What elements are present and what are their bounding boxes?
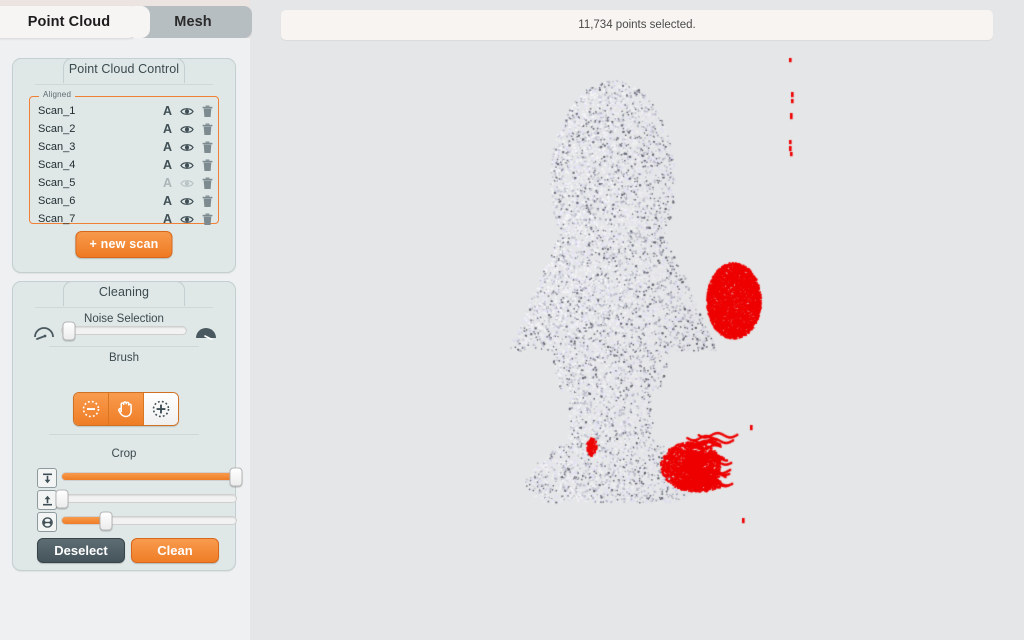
crop-top-icon[interactable] (37, 468, 57, 488)
eye-icon[interactable] (180, 142, 194, 153)
scan-list: Scan_1 A Scan_2 A Scan_3 A Scan_4 A Scan… (30, 102, 218, 228)
point-cloud-canvas-wrap[interactable] (250, 0, 1024, 640)
clean-label: Clean (157, 543, 193, 558)
brush-select-button[interactable] (144, 393, 178, 425)
scan-row[interactable]: Scan_2 A (30, 120, 218, 138)
crop-radial-icon[interactable] (37, 512, 57, 532)
text-a-icon[interactable]: A (163, 177, 172, 190)
crop-bottom-slider-thumb[interactable] (55, 489, 69, 508)
scan-name: Scan_4 (38, 159, 76, 171)
eye-icon[interactable] (180, 196, 194, 207)
crop-label: Crop (111, 448, 137, 460)
eye-icon[interactable] (180, 124, 194, 135)
crop-top-slider[interactable] (61, 467, 243, 486)
eye-icon[interactable] (180, 160, 194, 171)
brush-mode-group (73, 392, 179, 426)
text-a-icon[interactable]: A (163, 123, 172, 136)
scan-row[interactable]: Scan_4 A (30, 156, 218, 174)
text-a-icon[interactable]: A (163, 159, 172, 172)
noise-slider-thumb[interactable] (62, 321, 76, 340)
divider (49, 434, 199, 435)
aligned-group: Aligned Scan_1 A Scan_2 A Scan_3 A Scan_… (29, 90, 219, 225)
trash-icon[interactable] (202, 141, 213, 154)
trash-icon[interactable] (202, 177, 213, 190)
viewport-3d[interactable]: 11,734 points selected. (250, 0, 1024, 640)
clean-button[interactable]: Clean (131, 538, 219, 563)
scan-name: Scan_6 (38, 195, 76, 207)
text-a-icon[interactable]: A (163, 105, 172, 118)
brush-deselect-button[interactable] (74, 393, 109, 425)
crop-radial-slider-thumb[interactable] (99, 511, 112, 530)
tab-bar: Mesh Point Cloud (0, 0, 252, 38)
sidebar: Point Cloud Control Aligned Scan_1 A Sca… (0, 38, 250, 640)
plus-circle-dashed-icon (152, 400, 170, 418)
status-bar: 11,734 points selected. (281, 10, 993, 40)
new-scan-button[interactable]: + new scan (75, 231, 173, 258)
brush-pan-button[interactable] (109, 393, 144, 425)
panel-title-point-cloud-control: Point Cloud Control (68, 62, 180, 76)
crop-top-slider-thumb[interactable] (229, 467, 243, 486)
scan-row[interactable]: Scan_7 A (30, 210, 218, 228)
text-a-icon[interactable]: A (163, 213, 172, 226)
gauge-low-icon (32, 322, 56, 345)
eye-icon[interactable] (180, 214, 194, 225)
app-root: Mesh Point Cloud Point Cloud Control Ali… (0, 0, 1024, 640)
noise-selection-slider[interactable] (61, 321, 187, 340)
crop-bottom-icon[interactable] (37, 490, 57, 510)
scan-name: Scan_3 (38, 141, 76, 153)
trash-icon[interactable] (202, 159, 213, 172)
panel-divider (35, 84, 213, 85)
deselect-label: Deselect (54, 543, 108, 558)
panel-divider (35, 307, 213, 308)
trash-icon[interactable] (202, 213, 213, 226)
scan-name: Scan_5 (38, 177, 76, 189)
scan-name: Scan_2 (38, 123, 76, 135)
panel-title-cleaning: Cleaning (98, 285, 150, 299)
aligned-group-legend: Aligned (39, 90, 76, 99)
deselect-button[interactable]: Deselect (37, 538, 125, 563)
tab-mesh-label: Mesh (174, 14, 212, 30)
gauge-high-icon (194, 322, 218, 345)
status-text: 11,734 points selected. (578, 19, 696, 31)
new-scan-label: + new scan (89, 237, 159, 251)
scan-row[interactable]: Scan_6 A (30, 192, 218, 210)
eye-icon[interactable] (180, 106, 194, 117)
trash-icon[interactable] (202, 105, 213, 118)
crop-slider-row-bottom (37, 489, 237, 510)
scan-row[interactable]: Scan_5 A (30, 174, 218, 192)
crop-slider-row-top (37, 467, 243, 488)
scan-row[interactable]: Scan_3 A (30, 138, 218, 156)
scan-name: Scan_1 (38, 105, 76, 117)
crop-slider-row-radial (37, 511, 237, 532)
panel-point-cloud-control: Point Cloud Control Aligned Scan_1 A Sca… (12, 58, 236, 273)
panel-cleaning: Cleaning Noise Selection Brush Crop Dese… (12, 281, 243, 571)
text-a-icon[interactable]: A (163, 195, 172, 208)
text-a-icon[interactable]: A (163, 141, 172, 154)
crop-radial-slider[interactable] (61, 511, 237, 530)
scan-row[interactable]: Scan_1 A (30, 102, 218, 120)
trash-icon[interactable] (202, 123, 213, 136)
minus-circle-dashed-icon (82, 400, 100, 418)
trash-icon[interactable] (202, 195, 213, 208)
hand-icon (118, 401, 132, 418)
scan-name: Scan_7 (38, 213, 76, 225)
crop-bottom-slider[interactable] (55, 489, 237, 508)
eye-icon[interactable] (180, 178, 194, 189)
divider (49, 346, 199, 347)
tab-point-cloud[interactable]: Point Cloud (0, 6, 150, 38)
point-cloud-canvas[interactable] (250, 0, 1024, 640)
tab-point-cloud-label: Point Cloud (27, 14, 111, 30)
brush-label: Brush (108, 352, 140, 364)
